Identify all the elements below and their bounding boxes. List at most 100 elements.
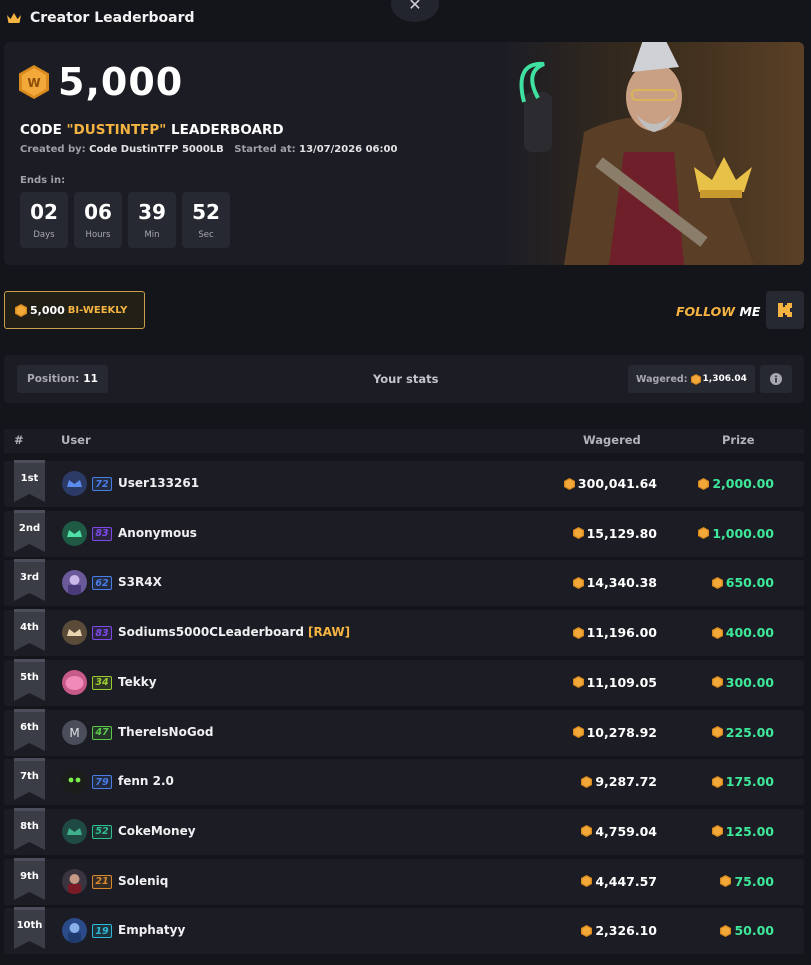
wagered-amount: 15,129.80: [573, 526, 657, 541]
table-row[interactable]: 2nd 83 Anonymous 15,129.80 1,000.00: [4, 511, 804, 557]
username[interactable]: Soleniq: [118, 874, 168, 888]
wagered-amount: 9,287.72: [581, 774, 657, 789]
username[interactable]: fenn 2.0: [118, 774, 174, 788]
table-row[interactable]: 8th 52 CokeMoney 4,759.04 125.00: [4, 809, 804, 855]
coin-icon: [573, 577, 584, 589]
coin-icon: W: [19, 65, 49, 99]
info-button[interactable]: [760, 365, 792, 393]
avatar[interactable]: M: [62, 719, 87, 745]
position-chip: Position: 11: [17, 365, 108, 393]
coin-icon: [720, 925, 731, 937]
table-row[interactable]: 5th 34 Tekky 11,109.05 300.00: [4, 660, 804, 706]
prize-amount: 300.00: [712, 675, 774, 690]
countdown-seconds: 52 Sec: [182, 192, 230, 248]
table-row[interactable]: 7th 79 fenn 2.0 9,287.72 175.00: [4, 758, 804, 806]
avatar-icon: [65, 675, 84, 690]
table-row[interactable]: 1st 72 User133261 300,041.64 2,000.00: [4, 461, 804, 507]
avatar[interactable]: [62, 620, 87, 646]
countdown-days: 02 Days: [20, 192, 68, 248]
hero-banner: W 5,000 CODE "DUSTINTFP" LEADERBOARD Cre…: [4, 42, 804, 265]
rank-badge: 2nd: [14, 510, 45, 552]
prize-amount: 75.00: [720, 874, 774, 889]
username[interactable]: ThereIsNoGod: [118, 725, 214, 739]
avatar-icon: [68, 923, 81, 944]
countdown: 02 Days 06 Hours 39 Min 52 Sec: [20, 192, 230, 248]
level-badge: 52: [92, 824, 112, 839]
table-row[interactable]: 4th 83 Sodiums5000CLeaderboard [RAW] 11,1…: [4, 610, 804, 657]
rank-badge: 9th: [14, 858, 45, 900]
prize-amount: 2,000.00: [698, 476, 774, 491]
user-tag: [RAW]: [307, 625, 351, 640]
coin-icon: [720, 875, 731, 887]
rank-badge: 8th: [14, 808, 45, 850]
coin-icon: [712, 627, 723, 639]
username[interactable]: Anonymous: [118, 526, 197, 540]
follow-me-label: FOLLOW ME: [676, 304, 761, 319]
avatar[interactable]: [62, 868, 87, 894]
close-icon: ✕: [408, 0, 422, 14]
coin-icon: [581, 925, 592, 937]
rank-label: 10th: [16, 920, 43, 932]
table-row[interactable]: 9th 21 Soleniq 4,447.57 75.00: [4, 859, 804, 905]
avatar[interactable]: [62, 669, 87, 695]
col-wagered: Wagered: [583, 433, 641, 447]
bi-weekly-badge[interactable]: 5,000 BI-WEEKLY: [4, 291, 145, 329]
username[interactable]: User133261: [118, 476, 199, 490]
wagered-amount: 10,278.92: [573, 725, 657, 740]
level-badge: 21: [92, 874, 112, 889]
col-user: User: [61, 433, 91, 447]
level-badge: 34: [92, 675, 112, 690]
level-badge: 19: [92, 924, 112, 939]
character-artwork: [504, 42, 804, 265]
wagered-amount: 4,759.04: [581, 824, 657, 839]
username[interactable]: CokeMoney: [118, 824, 196, 838]
avatar-icon: [67, 827, 82, 835]
coin-icon: [581, 825, 592, 837]
rank-badge: 7th: [14, 758, 45, 800]
coin-icon: [581, 776, 592, 788]
avatar[interactable]: [62, 918, 87, 944]
username[interactable]: Tekky: [118, 675, 157, 689]
prize-amount: 1,000.00: [698, 526, 774, 541]
table-row[interactable]: 6th M 47 ThereIsNoGod 10,278.92 225.00: [4, 710, 804, 756]
level-badge: 72: [92, 477, 112, 491]
table-row[interactable]: 3rd 62 S3R4X 14,340.38 650.00: [4, 560, 804, 607]
avatar[interactable]: [62, 471, 87, 496]
crown-icon: [7, 13, 21, 23]
wagered-amount: 300,041.64: [564, 476, 657, 491]
col-prize: Prize: [722, 433, 755, 447]
window-title: Creator Leaderboard: [30, 10, 195, 26]
your-stats-label: Your stats: [373, 372, 439, 386]
prize-amount: 400.00: [712, 625, 774, 640]
badge-amount: 5,000: [30, 303, 65, 317]
rank-label: 3rd: [19, 572, 40, 584]
kick-icon: [778, 303, 792, 317]
avatar[interactable]: [62, 818, 87, 844]
coin-icon: [573, 676, 584, 688]
avatar-icon: [68, 575, 81, 596]
coin-icon: [691, 374, 701, 385]
rank-label: 4th: [20, 622, 39, 634]
username[interactable]: Emphatyy: [118, 923, 185, 937]
wagered-amount: 11,109.05: [573, 675, 657, 690]
coin-icon: [698, 527, 709, 539]
avatar[interactable]: [62, 520, 87, 546]
rank-label: 7th: [20, 771, 39, 783]
coin-icon: [15, 304, 27, 317]
coin-icon: [573, 726, 584, 738]
level-badge: 83: [92, 626, 112, 641]
avatar[interactable]: [62, 570, 87, 596]
prize-amount: 175.00: [712, 774, 774, 789]
wagered-chip: Wagered: 1,306.04: [628, 365, 755, 393]
avatar[interactable]: [62, 769, 87, 795]
kick-button[interactable]: [766, 291, 804, 329]
badge-period: BI-WEEKLY: [67, 304, 128, 316]
table-row[interactable]: 10th 19 Emphatyy 2,326.10 50.00: [4, 907, 804, 955]
username[interactable]: S3R4X: [118, 575, 162, 589]
col-rank: #: [14, 433, 24, 447]
coin-icon: [581, 875, 592, 887]
username[interactable]: Sodiums5000CLeaderboard [RAW]: [118, 625, 350, 639]
prize-amount: 5,000: [58, 60, 184, 104]
rank-badge: 10th: [14, 907, 45, 949]
avatar-icon: [68, 777, 81, 783]
